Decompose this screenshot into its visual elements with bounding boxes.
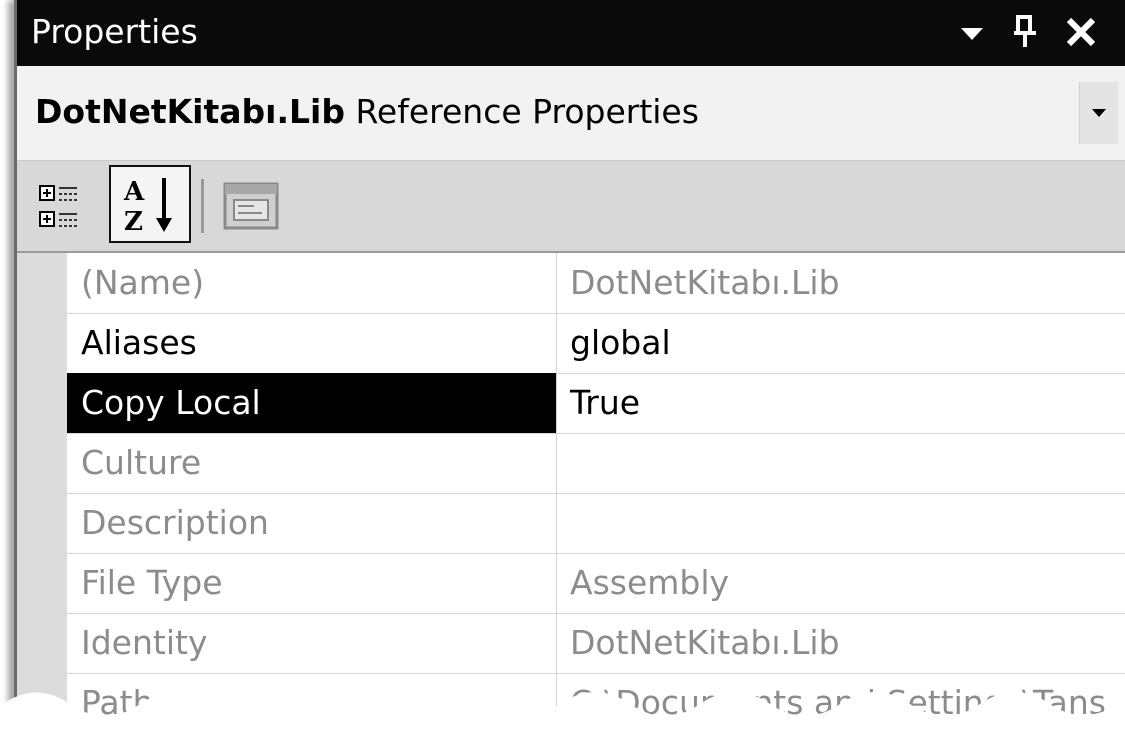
alphabetical-button[interactable]: A Z [109,165,191,243]
pin-icon [1014,15,1036,47]
object-selector[interactable]: DotNetKitabı.Lib Reference Properties [17,66,1125,161]
torn-edge-decoration [0,692,1125,742]
property-row-file-type[interactable]: File Type Assembly [67,553,1125,614]
property-row-aliases[interactable]: Aliases global [67,313,1125,374]
property-name: (Name) [67,253,557,313]
property-name: Description [67,493,557,553]
property-name: Culture [67,433,557,493]
property-row-description[interactable]: Description [67,493,1125,554]
svg-text:A: A [123,177,145,207]
property-value-input[interactable]: global [558,313,1125,373]
object-type: Reference Properties [355,92,699,131]
categorized-icon [39,185,77,227]
close-icon [1066,17,1096,47]
property-name: Copy Local [67,373,557,433]
window-menu-button[interactable] [952,12,992,52]
pin-button[interactable] [1005,12,1045,52]
chevron-down-icon [961,28,983,40]
property-value: Assembly [570,563,730,602]
alphabetical-sort-icon: A Z [123,177,172,236]
property-name: Aliases [67,313,557,373]
property-value-select[interactable]: True [558,373,1125,433]
object-selector-label: DotNetKitabı.Lib Reference Properties [35,92,699,131]
property-value [558,433,1125,493]
property-name: File Type [67,553,557,613]
toolbar-separator [201,179,204,233]
property-row-copy-local[interactable]: Copy Local True [67,373,1125,434]
object-name: DotNetKitabı.Lib [35,92,345,131]
categorized-button[interactable] [35,179,99,235]
property-pages-button[interactable] [219,175,283,237]
window-title: Properties [31,12,198,51]
property-row-name[interactable]: (Name) DotNetKitabı.Lib [67,253,1125,314]
properties-window: Properties DotNetKitabı.Lib Reference Pr… [14,0,1125,742]
svg-text:Z: Z [124,207,143,236]
property-pages-icon [223,182,279,230]
chevron-down-icon [1092,109,1106,117]
close-button[interactable] [1061,12,1101,52]
object-selector-dropdown[interactable] [1079,82,1118,144]
property-value [558,493,1125,553]
toolbar: A Z [17,161,1125,253]
title-bar: Properties [17,0,1125,66]
property-row-culture[interactable]: Culture [67,433,1125,494]
property-value: DotNetKitabı.Lib [570,263,840,302]
